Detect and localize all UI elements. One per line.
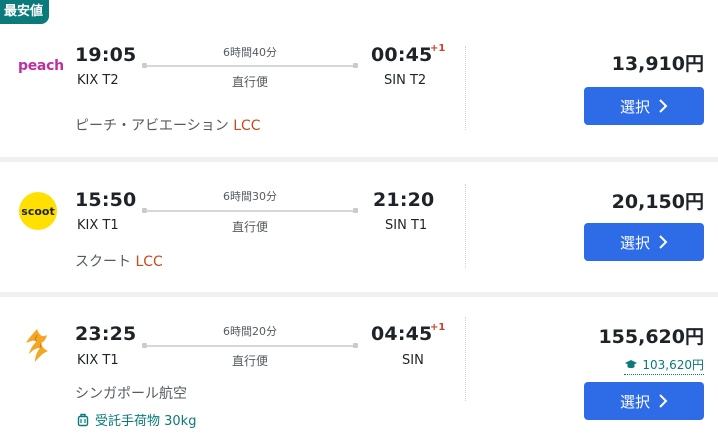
airline-name: ピーチ・アビエーション LCC — [75, 118, 261, 134]
chevron-right-icon — [659, 394, 668, 408]
arrival-time: 04:45 — [371, 323, 433, 345]
baggage-info: 受託手荷物 30kg — [77, 410, 196, 429]
divider — [465, 184, 466, 268]
graduation-cap-icon — [625, 360, 638, 369]
flight-duration: 6時間40分 — [223, 46, 277, 59]
scoot-logo: scoot — [19, 192, 57, 230]
arrival-time: 21:20 — [373, 189, 435, 211]
arrival-airport: SIN T2 — [384, 73, 427, 88]
departure-airport: KIX T1 — [77, 353, 119, 368]
departure-airport: KIX T1 — [77, 218, 119, 233]
next-day-indicator: +1 — [430, 43, 446, 54]
next-day-indicator: +1 — [430, 322, 446, 333]
divider — [465, 317, 466, 401]
flight-card-1[interactable]: 最安値 peach 19:05 KIX T2 6時間40分 直行便 00:45 … — [0, 0, 718, 157]
route-line — [146, 345, 354, 347]
peach-logo: peach — [18, 58, 64, 74]
select-button[interactable]: 選択 — [584, 87, 704, 125]
price: 13,910円 — [611, 53, 704, 75]
select-button[interactable]: 選択 — [584, 382, 704, 420]
departure-time: 23:25 — [75, 323, 137, 345]
flight-card-3[interactable]: 23:25 KIX T1 6時間20分 直行便 04:45 +1 SIN シンガ… — [0, 297, 718, 437]
stops-label: 直行便 — [231, 75, 268, 89]
select-button[interactable]: 選択 — [584, 223, 704, 261]
flight-duration: 6時間30分 — [223, 190, 277, 203]
flight-duration: 6時間20分 — [223, 325, 277, 338]
stops-label: 直行便 — [231, 220, 268, 234]
divider — [465, 46, 466, 130]
price: 20,150円 — [611, 191, 704, 213]
luggage-icon — [77, 413, 89, 426]
flight-card-2[interactable]: scoot 15:50 KIX T1 6時間30分 直行便 21:20 SIN … — [0, 162, 718, 292]
route-line — [146, 210, 354, 212]
departure-airport: KIX T2 — [77, 73, 119, 88]
lcc-tag: LCC — [135, 254, 163, 270]
route-end-dot — [353, 208, 358, 213]
singapore-airlines-logo — [22, 327, 52, 369]
arrival-airport: SIN T1 — [385, 218, 428, 233]
student-price[interactable]: 103,620円 — [624, 356, 704, 375]
airline-name: シンガポール航空 — [75, 386, 187, 402]
route-end-dot — [353, 343, 358, 348]
arrival-time: 00:45 — [371, 44, 433, 66]
price: 155,620円 — [598, 326, 704, 348]
arrival-airport: SIN — [402, 353, 424, 368]
chevron-right-icon — [659, 235, 668, 249]
departure-time: 19:05 — [75, 44, 137, 66]
departure-time: 15:50 — [75, 189, 137, 211]
cheapest-badge: 最安値 — [0, 0, 50, 24]
route-end-dot — [353, 63, 358, 68]
chevron-right-icon — [659, 99, 668, 113]
airline-name: スクート LCC — [75, 254, 163, 270]
lcc-tag: LCC — [233, 118, 261, 134]
stops-label: 直行便 — [231, 354, 268, 368]
route-line — [146, 65, 354, 67]
